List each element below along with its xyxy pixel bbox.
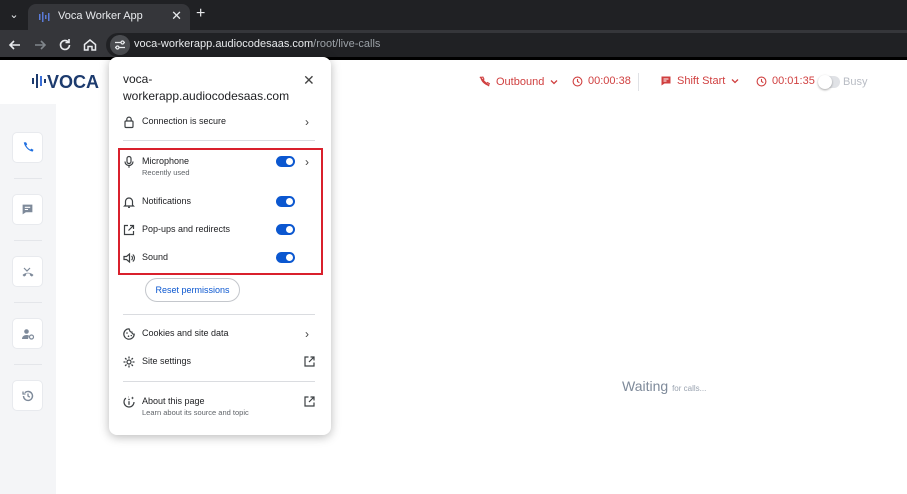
popup-divider — [123, 314, 315, 315]
phone-slash-icon — [479, 76, 491, 87]
outbound-dropdown[interactable]: Outbound — [478, 75, 559, 88]
chevron-right-icon: › — [305, 327, 309, 341]
home-icon[interactable] — [81, 36, 99, 54]
about-sub: Learn about its source and topic — [142, 408, 249, 417]
waiting-status: Waiting for calls... — [622, 378, 706, 394]
url-text[interactable]: voca-workerapp.audiocodesaas.com/root/li… — [134, 38, 380, 50]
back-arrow-icon[interactable] — [6, 36, 24, 54]
url-path: /root/live-calls — [313, 38, 381, 50]
lock-icon — [124, 116, 134, 129]
clock-icon — [572, 76, 583, 86]
popup-close-icon[interactable]: ✕ — [303, 72, 315, 89]
permissions-highlight-box — [118, 148, 323, 275]
rail-separator — [14, 364, 42, 365]
about-label: About this page — [142, 396, 205, 406]
info-icon — [123, 396, 135, 408]
popup-divider — [123, 140, 315, 141]
connection-label: Connection is secure — [142, 116, 227, 126]
shift-timer-value: 00:01:35 — [772, 75, 815, 87]
gear-icon — [123, 356, 135, 368]
tab-title: Voca Worker App — [58, 10, 143, 22]
rail-contacts-button[interactable] — [12, 318, 43, 349]
rail-separator — [14, 178, 42, 179]
header-divider — [638, 73, 639, 91]
open-external-icon — [304, 356, 315, 367]
rail-missed-calls-button[interactable] — [12, 256, 43, 287]
user-settings-icon — [21, 328, 34, 340]
rail-separator — [14, 302, 42, 303]
cookies-label: Cookies and site data — [142, 328, 229, 338]
rail-separator — [14, 240, 42, 241]
address-bar[interactable]: voca-workerapp.audiocodesaas.com/root/li… — [106, 33, 907, 57]
clock-icon — [756, 76, 767, 86]
cookies-row[interactable]: Cookies and site data › — [109, 322, 331, 348]
call-timer-value: 00:00:38 — [588, 75, 631, 87]
site-info-tune-icon[interactable] — [110, 35, 130, 55]
browser-tab-strip: ⌄ Voca Worker App ✕ + — [0, 0, 907, 30]
chevron-down-icon — [731, 79, 739, 84]
browser-tab[interactable]: Voca Worker App ✕ — [28, 4, 190, 30]
reset-permissions-button[interactable]: Reset permissions — [145, 278, 240, 302]
missed-call-icon — [22, 267, 33, 277]
tab-search-chevron-icon[interactable]: ⌄ — [6, 7, 22, 23]
waiting-subtext: for calls... — [672, 384, 707, 393]
forward-arrow-icon[interactable] — [31, 36, 49, 54]
chevron-right-icon: › — [305, 115, 309, 129]
reload-icon[interactable] — [56, 36, 74, 54]
connection-secure-row[interactable]: Connection is secure › — [109, 110, 331, 136]
rail-history-button[interactable] — [12, 380, 43, 411]
open-external-icon — [304, 396, 315, 407]
site-settings-row[interactable]: Site settings — [109, 350, 331, 376]
voca-logo: VOCA — [32, 72, 99, 92]
chevron-down-icon — [550, 79, 558, 84]
about-page-row[interactable]: About this page Learn about its source a… — [109, 390, 331, 422]
cookie-icon — [123, 328, 135, 340]
history-icon — [21, 390, 33, 401]
call-timer: 00:00:38 — [572, 75, 631, 87]
busy-label: Busy — [843, 76, 868, 88]
rail-messages-button[interactable] — [12, 194, 43, 225]
phone-icon — [23, 142, 34, 152]
site-info-popup: voca-workerapp.audiocodesaas.com ✕ Conne… — [109, 57, 331, 435]
new-tab-button[interactable]: + — [196, 5, 205, 23]
shift-start-dropdown[interactable]: Shift Start — [660, 75, 740, 87]
popup-site-title: voca-workerapp.audiocodesaas.com — [123, 72, 290, 103]
outbound-label: Outbound — [496, 75, 545, 88]
site-settings-label: Site settings — [142, 356, 192, 366]
tab-close-icon[interactable]: ✕ — [171, 8, 182, 24]
shift-start-label: Shift Start — [677, 75, 726, 87]
waiting-text: Waiting — [622, 378, 669, 394]
shift-timer: 00:01:35 — [756, 75, 815, 87]
browser-toolbar: voca-workerapp.audiocodesaas.com/root/li… — [0, 30, 907, 60]
busy-toggle[interactable] — [818, 75, 840, 89]
message-icon — [22, 204, 33, 215]
chat-bubble-icon — [661, 76, 671, 86]
voca-favicon-icon — [39, 12, 50, 22]
logo-text: VOCA — [47, 72, 99, 92]
popup-divider — [123, 381, 315, 382]
url-host: voca-workerapp.audiocodesaas.com — [134, 38, 314, 50]
rail-calls-button[interactable] — [12, 132, 43, 163]
side-rail — [0, 104, 56, 494]
